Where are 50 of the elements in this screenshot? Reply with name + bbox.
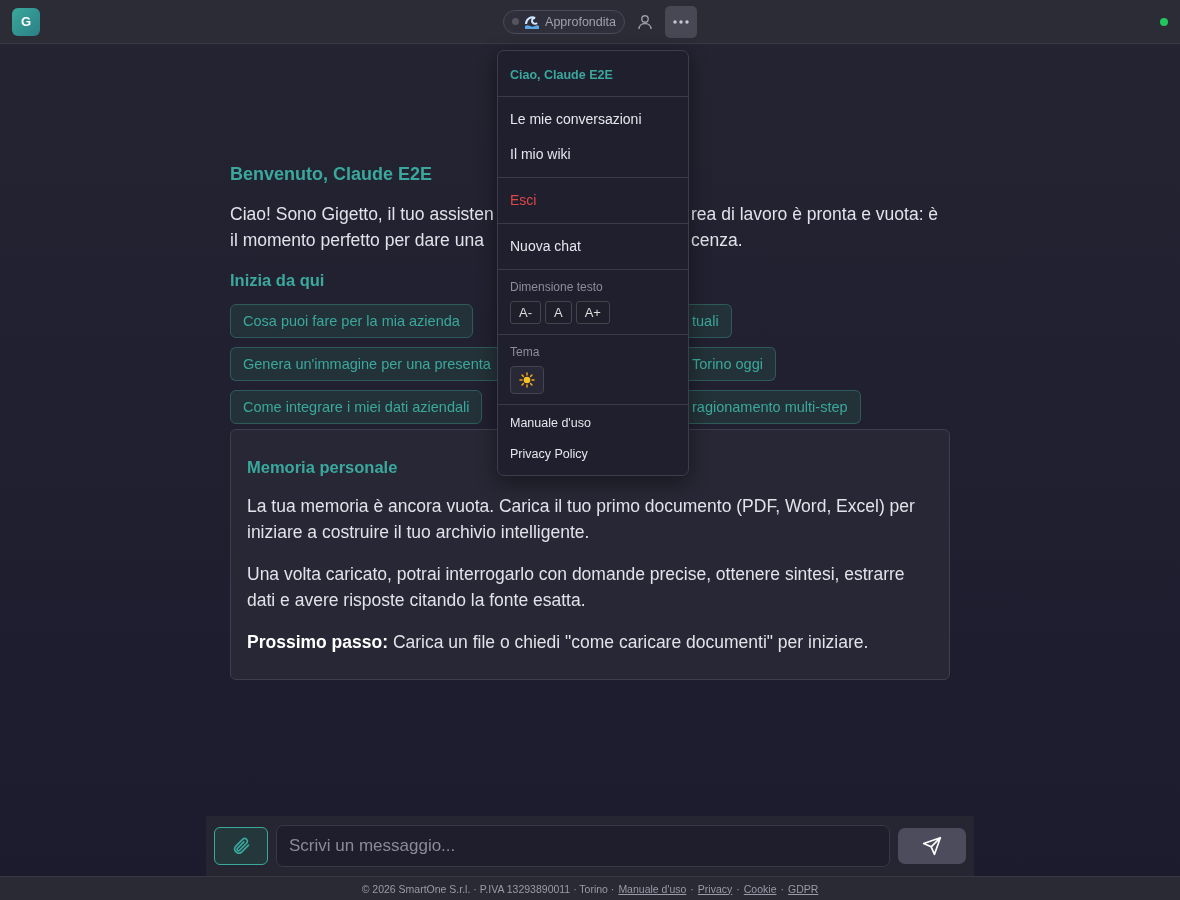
footer-link[interactable]: Manuale d'uso bbox=[618, 882, 687, 895]
text-size-button[interactable]: A- bbox=[510, 301, 541, 324]
more-button[interactable] bbox=[664, 5, 697, 38]
welcome-text: rea di lavoro è pronta e vuota: è bbox=[690, 203, 939, 226]
suggestion-chip[interactable]: Come integrare i miei dati aziendali bbox=[230, 390, 483, 424]
attach-button[interactable] bbox=[214, 827, 268, 865]
sun-icon bbox=[519, 372, 535, 388]
status-dot bbox=[512, 18, 520, 25]
menu-item[interactable]: Privacy Policy bbox=[498, 439, 688, 470]
app-logo[interactable]: G bbox=[12, 7, 40, 36]
footer-link[interactable]: Privacy bbox=[697, 882, 733, 895]
text-size-button[interactable]: A bbox=[545, 301, 572, 324]
paperclip-icon bbox=[231, 836, 251, 856]
menu-item[interactable]: Le mie conversazioni bbox=[498, 102, 688, 137]
suggestion-chip[interactable]: tuali bbox=[689, 304, 732, 338]
card-title: Memoria personale bbox=[247, 458, 398, 477]
user-icon[interactable] bbox=[636, 13, 653, 30]
suggestion-chip[interactable]: Cosa puoi fare per la mia azienda bbox=[230, 304, 473, 338]
menu-greeting: Ciao, Claude E2E bbox=[510, 68, 613, 82]
text-size-button[interactable]: A+ bbox=[575, 301, 610, 324]
more-icon bbox=[672, 19, 689, 24]
welcome-text: cenza. bbox=[690, 229, 743, 252]
menu-label: Dimensione testo bbox=[510, 280, 603, 294]
welcome-text: Ciao! Sono Gigetto, il tuo assisten bbox=[230, 203, 494, 226]
menu-item[interactable]: Il mio wiki bbox=[498, 137, 688, 172]
send-icon bbox=[922, 836, 942, 856]
theme-button[interactable] bbox=[510, 366, 544, 394]
menu-item[interactable]: Nuova chat bbox=[498, 229, 688, 264]
suggestion-chip[interactable]: Genera un'immagine per una presenta bbox=[230, 347, 497, 381]
message-field[interactable]: Scrivi un messaggio... bbox=[276, 825, 890, 867]
suggestion-chip[interactable]: ragionamento multi-step bbox=[689, 390, 861, 424]
mode-selector[interactable]: Approfondita bbox=[503, 9, 625, 34]
section-title: Inizia da qui bbox=[230, 271, 325, 290]
footer-text: · bbox=[690, 882, 694, 895]
card-paragraph: La tua memoria è ancora vuota. Carica il tuo primo documento (PDF, Word, Excel) per iniziare a costruire il tuo archivio intelligente. bbox=[247, 495, 916, 544]
footer-link[interactable]: Cookie bbox=[743, 882, 777, 895]
send-button[interactable] bbox=[898, 828, 966, 864]
card-paragraph: Una volta caricato, potrai interrogarlo con domande precise, ottenere sintesi, estrarre dati e avere risposte citando la fonte esatta. bbox=[247, 563, 906, 612]
wave-icon bbox=[524, 14, 541, 29]
suggestion-chip[interactable]: Torino oggi bbox=[689, 347, 776, 381]
menu-item[interactable]: Manuale d'uso bbox=[498, 408, 688, 439]
welcome-text: il momento perfetto per dare una bbox=[230, 229, 484, 252]
footer-text: · bbox=[736, 882, 740, 895]
menu-label: Tema bbox=[510, 345, 540, 359]
welcome-title: Benvenuto, Claude E2E bbox=[230, 164, 433, 185]
footer-link[interactable]: GDPR bbox=[787, 882, 819, 895]
menu-item[interactable]: Esci bbox=[498, 183, 688, 218]
card-paragraph: Prossimo passo: Carica un file o chiedi "come caricare documenti" per iniziare. bbox=[247, 631, 870, 654]
footer-text: © 2026 SmartOne S.r.l. · P.IVA 13293890011 · Torino · bbox=[361, 882, 615, 895]
footer-text: · bbox=[780, 882, 784, 895]
